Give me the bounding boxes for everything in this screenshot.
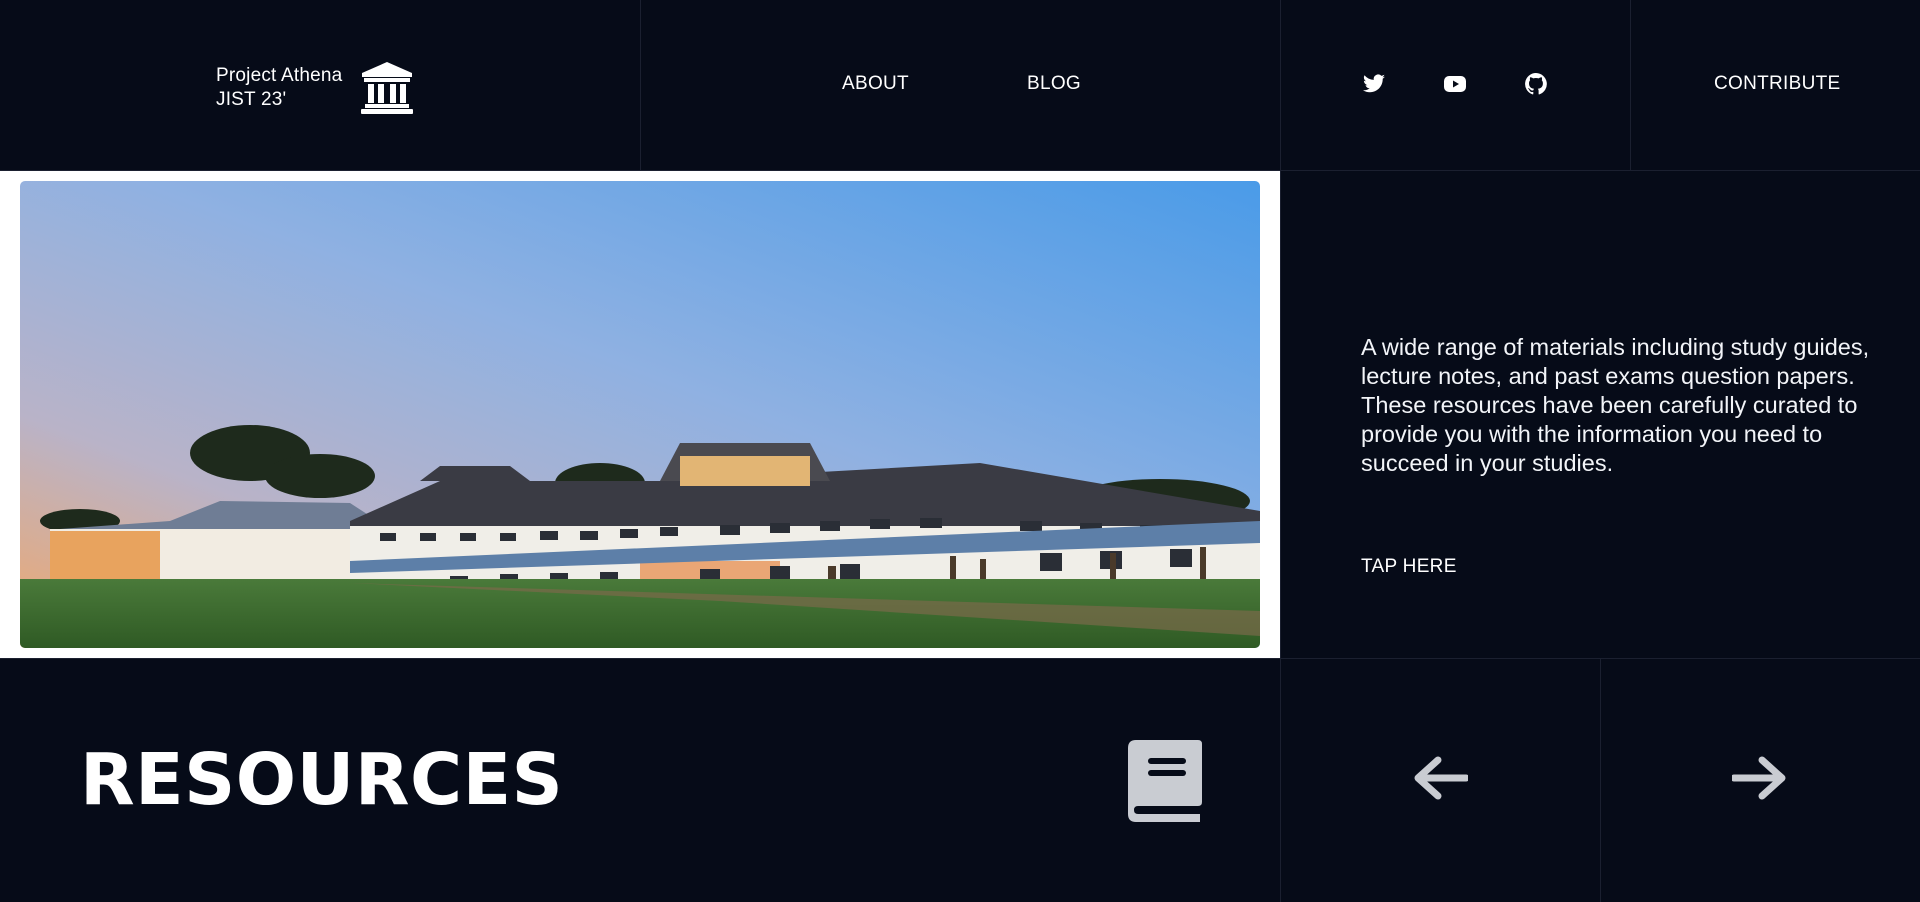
brand-subtitle: JIST 23'	[216, 89, 287, 110]
grid-line	[0, 658, 1920, 659]
institution-icon	[361, 62, 414, 114]
github-icon[interactable]	[1524, 72, 1548, 96]
tap-here-link[interactable]: TAP HERE	[1361, 556, 1457, 578]
hero-description: A wide range of materials including stud…	[1361, 334, 1870, 476]
arrow-left-icon[interactable]	[1412, 754, 1468, 802]
grid-line	[1280, 0, 1281, 902]
grid-line	[1600, 658, 1601, 902]
grid-line	[1630, 0, 1631, 170]
twitter-icon[interactable]	[1362, 72, 1386, 96]
youtube-icon[interactable]	[1443, 72, 1467, 96]
hero-image	[20, 181, 1260, 648]
book-icon	[1128, 740, 1202, 822]
brand-text: Project Athena JIST 23'	[216, 64, 342, 112]
section-title: RESOURCES	[80, 738, 564, 821]
brand-title: Project Athena	[216, 65, 343, 86]
arrow-right-icon[interactable]	[1732, 754, 1788, 802]
nav-blog-link[interactable]: BLOG	[1027, 73, 1081, 95]
nav-about-link[interactable]: ABOUT	[842, 73, 909, 95]
grid-line	[640, 0, 641, 170]
contribute-link[interactable]: CONTRIBUTE	[1714, 73, 1841, 95]
brand[interactable]: Project Athena JIST 23'	[216, 62, 414, 114]
